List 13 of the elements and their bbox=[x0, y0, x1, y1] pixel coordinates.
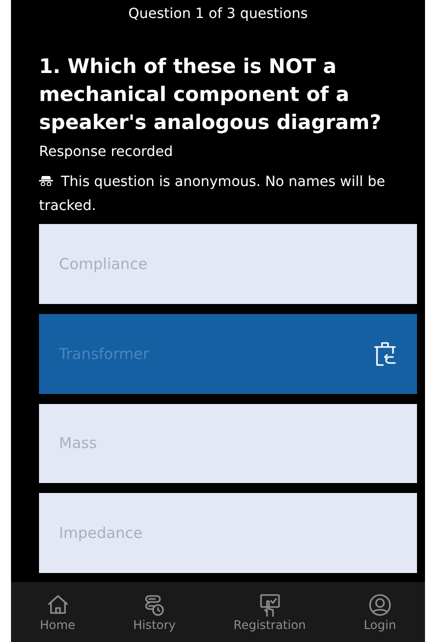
history-icon bbox=[142, 592, 166, 616]
nav-tab[interactable]: Home bbox=[40, 592, 76, 632]
home-icon bbox=[46, 592, 70, 616]
question-title: 1. Which of these is NOT a mechanical component of a speaker's analogous diagram? bbox=[39, 53, 382, 136]
user-icon bbox=[368, 592, 392, 616]
incognito-icon bbox=[39, 176, 53, 186]
response-status: Response recorded bbox=[39, 143, 174, 162]
nav-tab[interactable]: History bbox=[133, 592, 176, 632]
touch-screen-icon bbox=[258, 592, 282, 616]
trash-restore-icon[interactable] bbox=[373, 340, 397, 367]
anonymous-notice: This question is anonymous. No names will be tracked. bbox=[39, 173, 386, 216]
nav-tab[interactable]: Registration bbox=[234, 592, 306, 632]
nav-tab[interactable]: Login bbox=[364, 592, 396, 632]
